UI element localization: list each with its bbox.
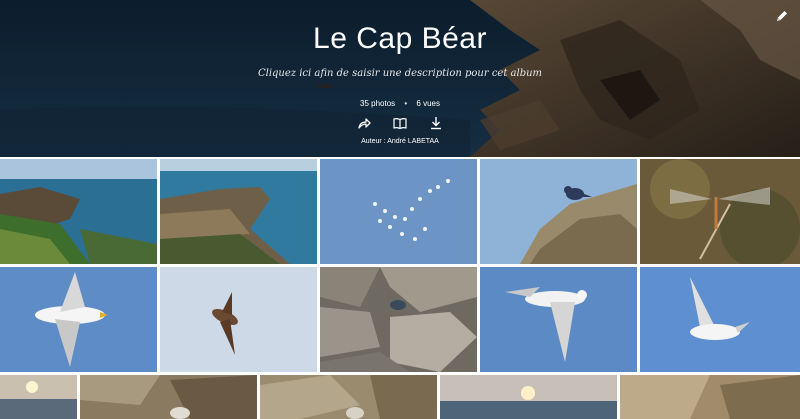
photo-tile[interactable] [440,375,617,419]
photo-bird-flock [320,159,477,264]
photo-gull-2 [480,267,637,372]
photo-tile[interactable] [640,267,800,372]
photo-tile[interactable] [320,267,477,372]
album-actions [0,115,800,131]
photo-tile[interactable] [320,159,477,264]
album-author: Auteur : André LABETAA [361,138,439,145]
photo-dragonfly [640,159,800,264]
album-title: Le Cap Béar [313,22,487,55]
photo-rocks-1 [80,375,257,419]
photo-gull-1 [0,267,157,372]
photo-tile[interactable] [160,159,317,264]
share-icon [358,118,371,129]
photo-tile[interactable] [260,375,437,419]
share-button[interactable] [356,115,372,131]
photo-tile[interactable] [480,267,637,372]
photo-tile[interactable] [0,159,157,264]
photo-tile[interactable] [80,375,257,419]
book-icon [393,118,407,130]
photo-tile[interactable] [0,267,157,372]
photo-headland [160,159,317,264]
photo-grid [0,159,800,419]
photo-crag-martin [160,267,317,372]
photo-rocks-2 [260,375,437,419]
book-button[interactable] [392,115,408,131]
photo-sunset-2 [440,375,617,419]
photo-coastline [0,159,157,264]
photo-rocks-3 [620,375,800,419]
album-stats: 35 photos • 6 vues [0,99,800,108]
photo-tile[interactable] [640,159,800,264]
photo-tile[interactable] [620,375,800,419]
album-description-input[interactable]: Cliquez ici afin de saisir une descripti… [0,68,800,79]
photo-tile[interactable] [0,375,77,419]
photo-tile[interactable] [480,159,637,264]
separator-dot: • [404,99,408,108]
photo-gull-3 [640,267,800,372]
download-icon [431,117,441,130]
photo-tile[interactable] [160,267,317,372]
photos-count: 35 photos [360,99,396,108]
photo-blue-rock-thrush [480,159,637,264]
photo-rocks-bird [320,267,477,372]
download-button[interactable] [428,115,444,131]
album-cover: Le Cap Béar Cliquez ici afin de saisir u… [0,0,800,157]
views-count: 6 vues [416,99,440,108]
photo-sunset-1 [0,375,77,419]
